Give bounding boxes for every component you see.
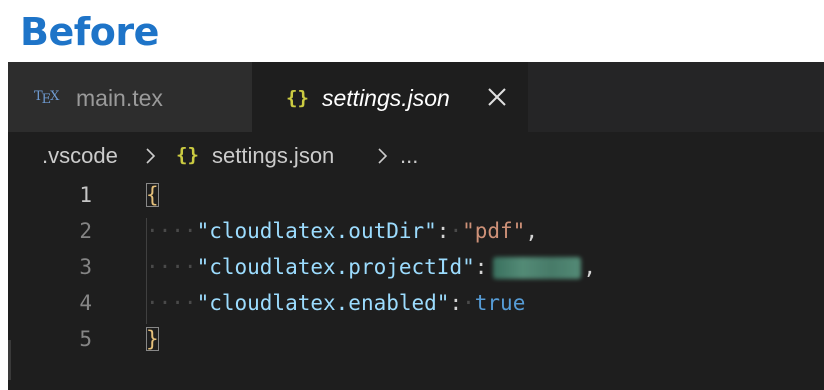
line-number: 1 bbox=[79, 183, 92, 207]
json-key: "cloudlatex.enabled" bbox=[196, 291, 450, 315]
open-brace: { bbox=[146, 183, 159, 207]
tab-main-tex[interactable]: TEX main.tex bbox=[8, 62, 252, 132]
tab-label: settings.json bbox=[322, 85, 450, 111]
code-line: 2 ····"cloudlatex.outDir":·"pdf", bbox=[8, 214, 824, 250]
json-key: "cloudlatex.projectId" bbox=[196, 255, 475, 279]
breadcrumb-folder[interactable]: .vscode bbox=[42, 143, 118, 169]
close-brace: } bbox=[146, 327, 159, 351]
json-braces-icon: {} bbox=[286, 87, 309, 109]
json-key: "cloudlatex.outDir" bbox=[196, 219, 437, 243]
line-number: 2 bbox=[79, 219, 92, 243]
tab-settings-json[interactable]: {} settings.json bbox=[252, 62, 528, 132]
close-icon[interactable] bbox=[484, 84, 510, 110]
code-line: 5 } bbox=[8, 322, 824, 358]
tab-label: main.tex bbox=[76, 85, 163, 111]
scroll-marker bbox=[8, 340, 11, 380]
redacted-project-id bbox=[493, 257, 582, 279]
chevron-right-icon bbox=[146, 148, 156, 164]
page-heading: Before bbox=[20, 10, 159, 54]
line-number: 3 bbox=[79, 255, 92, 279]
line-number: 4 bbox=[79, 291, 92, 315]
breadcrumb-more[interactable]: ... bbox=[400, 143, 418, 169]
breadcrumb-file[interactable]: settings.json bbox=[212, 143, 334, 169]
code-line: 3 ····"cloudlatex.projectId":, bbox=[8, 250, 824, 286]
json-braces-icon: {} bbox=[176, 144, 199, 166]
colon: : bbox=[474, 255, 488, 279]
tab-bar: TEX main.tex {} settings.json bbox=[8, 62, 824, 132]
code-area[interactable]: 1 { 2 ····"cloudlatex.outDir":·"pdf", 3 … bbox=[8, 178, 824, 390]
colon: : bbox=[436, 219, 450, 243]
code-line: 1 { bbox=[8, 178, 824, 214]
code-editor: TEX main.tex {} settings.json .vscode {}… bbox=[8, 62, 824, 390]
tex-icon: TEX bbox=[34, 89, 59, 107]
colon: : bbox=[449, 291, 463, 315]
code-line: 4 ····"cloudlatex.enabled":·true bbox=[8, 286, 824, 322]
chevron-right-icon bbox=[378, 148, 388, 164]
line-number: 5 bbox=[79, 327, 92, 351]
comma: , bbox=[583, 255, 597, 279]
json-bool-value: true bbox=[474, 291, 526, 315]
breadcrumb: .vscode {} settings.json ... bbox=[8, 132, 824, 178]
json-string-value: "pdf" bbox=[462, 219, 526, 243]
comma: , bbox=[525, 219, 538, 243]
